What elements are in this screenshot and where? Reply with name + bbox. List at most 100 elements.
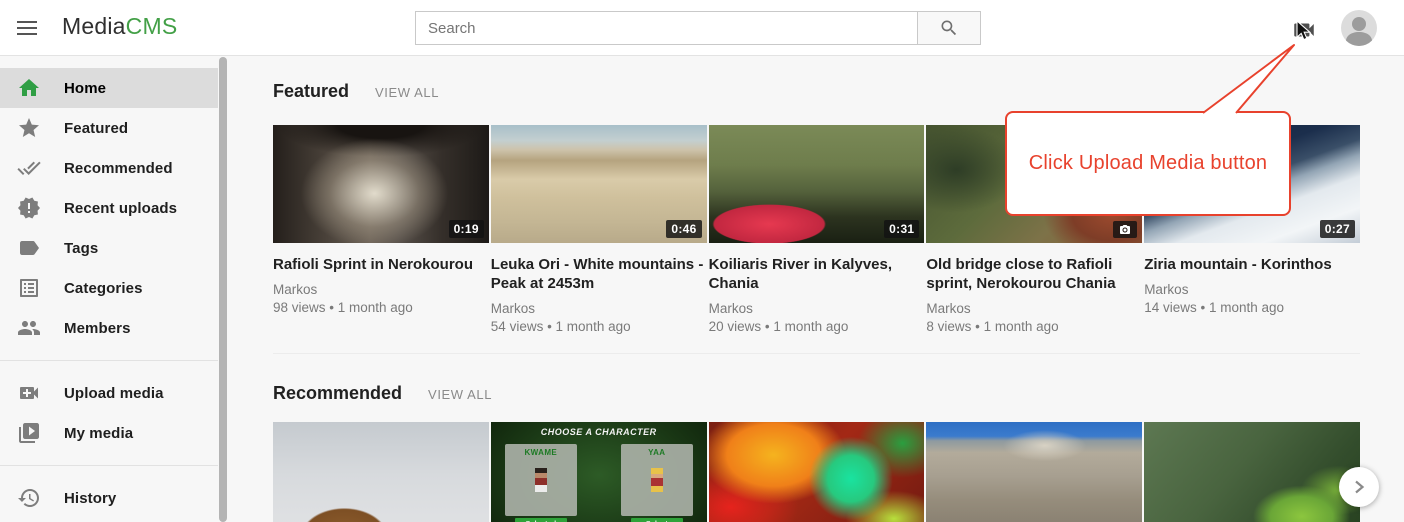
media-author[interactable]: Markos [1144, 281, 1360, 299]
video-thumbnail[interactable]: 0:31 [709, 125, 925, 243]
video-thumbnail[interactable] [273, 422, 489, 522]
duration-badge: 0:27 [1320, 220, 1355, 238]
chevron-right-icon [1352, 480, 1366, 494]
character-panel: YAA [621, 444, 693, 516]
duration-badge: 0:19 [449, 220, 484, 238]
character-panel: KWAME [505, 444, 577, 516]
media-meta: 8 views • 1 month ago [926, 318, 1142, 336]
search-icon [939, 18, 959, 38]
media-author[interactable]: Markos [926, 300, 1142, 318]
media-meta: 98 views • 1 month ago [273, 299, 489, 317]
members-icon [17, 316, 41, 340]
character-sprite [651, 468, 663, 492]
sidebar-item-categories[interactable]: Categories [0, 268, 218, 308]
logo-cms-text: CMS [126, 13, 178, 39]
menu-icon[interactable] [15, 17, 39, 39]
sidebar-item-label: Categories [64, 280, 143, 297]
sidebar-item-label: Recommended [64, 160, 173, 177]
sidebar-scrollbar[interactable] [219, 57, 227, 522]
image-type-badge [1113, 221, 1137, 238]
sidebar-item-label: Tags [64, 240, 98, 257]
video-call-icon [17, 381, 41, 405]
character-name: YAA [621, 448, 693, 457]
duration-badge: 0:31 [884, 220, 919, 238]
person-icon [1341, 10, 1377, 46]
video-library-icon [17, 421, 41, 445]
media-title[interactable]: Rafioli Sprint in Nerokourou [273, 255, 489, 274]
sidebar-item-history[interactable]: History [0, 478, 218, 518]
media-card[interactable]: CHOOSE A CHARACTER KWAME YAA Selected Se… [491, 422, 707, 522]
media-title[interactable]: Ziria mountain - Korinthos [1144, 255, 1360, 274]
media-card[interactable] [709, 422, 925, 522]
sidebar-item-label: Members [64, 320, 131, 337]
carousel-next-button[interactable] [1339, 467, 1379, 507]
sidebar-item-label: Home [64, 80, 106, 97]
sidebar-item-recent-uploads[interactable]: Recent uploads [0, 188, 218, 228]
sidebar-item-tags[interactable]: Tags [0, 228, 218, 268]
character-sprite [535, 468, 547, 492]
sidebar-item-label: Recent uploads [64, 200, 177, 217]
featured-view-all-link[interactable]: VIEW ALL [375, 85, 439, 100]
recommended-section-title: Recommended [273, 383, 402, 404]
video-thumbnail[interactable] [1144, 422, 1360, 522]
character-name: KWAME [505, 448, 577, 457]
media-author[interactable]: Markos [491, 300, 707, 318]
tag-icon [17, 236, 41, 260]
camera-icon [1118, 224, 1132, 236]
sidebar-item-my-media[interactable]: My media [0, 413, 218, 453]
search-bar [415, 11, 981, 45]
media-title[interactable]: Leuka Ori - White mountains - Peak at 24… [491, 255, 707, 293]
top-bar: MediaCMS [0, 0, 1404, 56]
app-logo[interactable]: MediaCMS [62, 13, 177, 40]
media-card[interactable]: 0:46 Leuka Ori - White mountains - Peak … [491, 125, 707, 323]
select-button-label: Select [631, 518, 683, 522]
media-meta: 54 views • 1 month ago [491, 318, 707, 336]
annotation-callout: Click Upload Media button [1005, 111, 1291, 216]
logo-media-text: Media [62, 13, 126, 39]
sidebar-item-featured[interactable]: Featured [0, 108, 218, 148]
search-button[interactable] [918, 11, 981, 45]
sidebar-item-label: My media [64, 425, 133, 442]
categories-icon [17, 276, 41, 300]
media-card[interactable]: 0:31 Koiliaris River in Kalyves, Chania … [709, 125, 925, 323]
thumbnail-caption: CHOOSE A CHARACTER [491, 427, 707, 437]
sidebar-item-label: History [64, 490, 116, 507]
media-card[interactable] [1144, 422, 1360, 522]
media-card[interactable] [926, 422, 1142, 522]
media-author[interactable]: Markos [273, 281, 489, 299]
sidebar-item-label: Upload media [64, 385, 164, 402]
star-icon [17, 116, 41, 140]
done-all-icon [17, 156, 41, 180]
featured-section-title: Featured [273, 81, 349, 102]
sidebar-item-upload-media[interactable]: Upload media [0, 373, 218, 413]
video-thumbnail[interactable]: 0:19 [273, 125, 489, 243]
sidebar: Home Featured Recommended Recent uploads… [0, 56, 218, 522]
duration-badge: 0:46 [666, 220, 701, 238]
selected-button-label: Selected [515, 518, 567, 522]
annotation-text: Click Upload Media button [1029, 152, 1267, 175]
sidebar-item-label: Featured [64, 120, 128, 137]
media-meta: 20 views • 1 month ago [709, 318, 925, 336]
upload-media-button[interactable] [1291, 17, 1317, 43]
video-call-icon [1291, 17, 1317, 43]
media-title[interactable]: Koiliaris River in Kalyves, Chania [709, 255, 925, 293]
media-card[interactable]: 0:19 Rafioli Sprint in Nerokourou Markos… [273, 125, 489, 323]
sidebar-item-members[interactable]: Members [0, 308, 218, 348]
home-icon [17, 76, 41, 100]
recommended-card-row: CHOOSE A CHARACTER KWAME YAA Selected Se… [273, 422, 1360, 522]
video-thumbnail[interactable]: CHOOSE A CHARACTER KWAME YAA Selected Se… [491, 422, 707, 522]
new-releases-icon [17, 196, 41, 220]
section-divider [273, 353, 1360, 354]
sidebar-item-recommended[interactable]: Recommended [0, 148, 218, 188]
recommended-view-all-link[interactable]: VIEW ALL [428, 387, 492, 402]
sidebar-item-home[interactable]: Home [0, 68, 218, 108]
media-author[interactable]: Markos [709, 300, 925, 318]
media-title[interactable]: Old bridge close to Rafioli sprint, Nero… [926, 255, 1142, 293]
video-thumbnail[interactable] [926, 422, 1142, 522]
media-meta: 14 views • 1 month ago [1144, 299, 1360, 317]
video-thumbnail[interactable]: 0:46 [491, 125, 707, 243]
media-card[interactable] [273, 422, 489, 522]
user-avatar[interactable] [1341, 10, 1377, 46]
video-thumbnail[interactable] [709, 422, 925, 522]
search-input[interactable] [415, 11, 918, 45]
